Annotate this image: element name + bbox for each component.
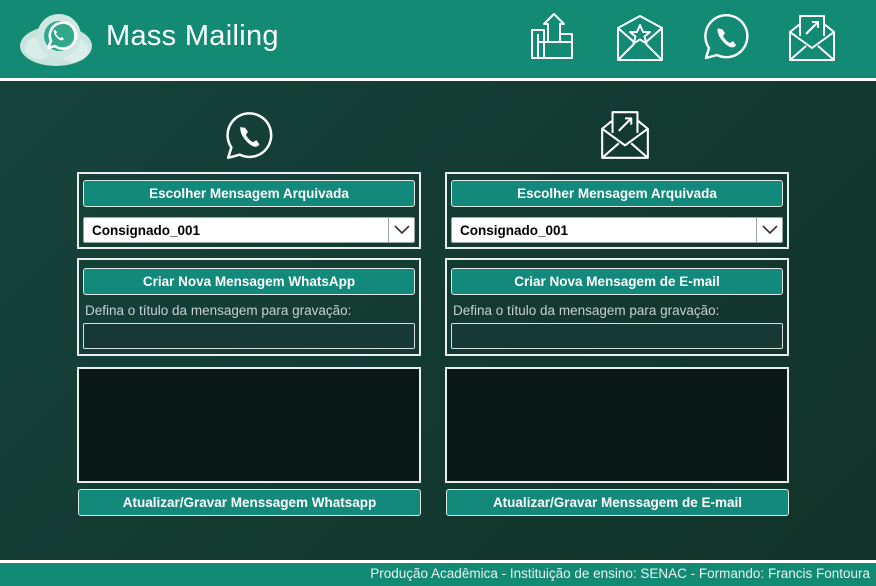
email-choose-archived-button[interactable]: Escolher Mensagem Arquivada [451,180,783,207]
whatsapp-title-input[interactable] [83,323,415,349]
whatsapp-selected-message: Consignado_001 [92,222,201,238]
whatsapp-save-button[interactable]: Atualizar/Gravar Menssagem Whatsapp [78,489,421,516]
email-title-label: Defina o título da mensagem para gravaçã… [453,303,720,318]
footer-credits: Produção Acadêmica - Instituição de ensi… [370,566,870,581]
whatsapp-choose-archived-button[interactable]: Escolher Mensagem Arquivada [83,180,415,207]
app-title: Mass Mailing [106,20,279,52]
email-selected-message: Consignado_001 [460,222,569,238]
email-message-body[interactable] [445,367,789,483]
app-header: Mass Mailing [0,0,876,78]
send-mail-icon[interactable] [786,12,838,64]
whatsapp-icon[interactable] [700,12,752,64]
whatsapp-icon [226,112,273,160]
whatsapp-title-label: Defina o título da mensagem para gravaçã… [85,303,352,318]
upload-icon[interactable] [526,12,578,64]
whatsapp-message-select[interactable]: Consignado_001 [83,217,415,243]
whatsapp-create-new-button[interactable]: Criar Nova Mensagem WhatsApp [83,268,415,295]
chevron-down-icon[interactable] [756,218,782,242]
email-title-input[interactable] [451,323,783,349]
chevron-down-icon[interactable] [388,218,414,242]
email-create-new-button[interactable]: Criar Nova Mensagem de E-mail [451,268,783,295]
whatsapp-message-body[interactable] [77,367,421,483]
email-save-button[interactable]: Atualizar/Gravar Menssagem de E-mail [446,489,789,516]
starred-mail-icon[interactable] [614,12,666,64]
email-message-select[interactable]: Consignado_001 [451,217,783,243]
footer: Produção Acadêmica - Instituição de ensi… [0,563,876,586]
app-logo-icon [20,14,92,66]
send-mail-icon [601,111,649,159]
